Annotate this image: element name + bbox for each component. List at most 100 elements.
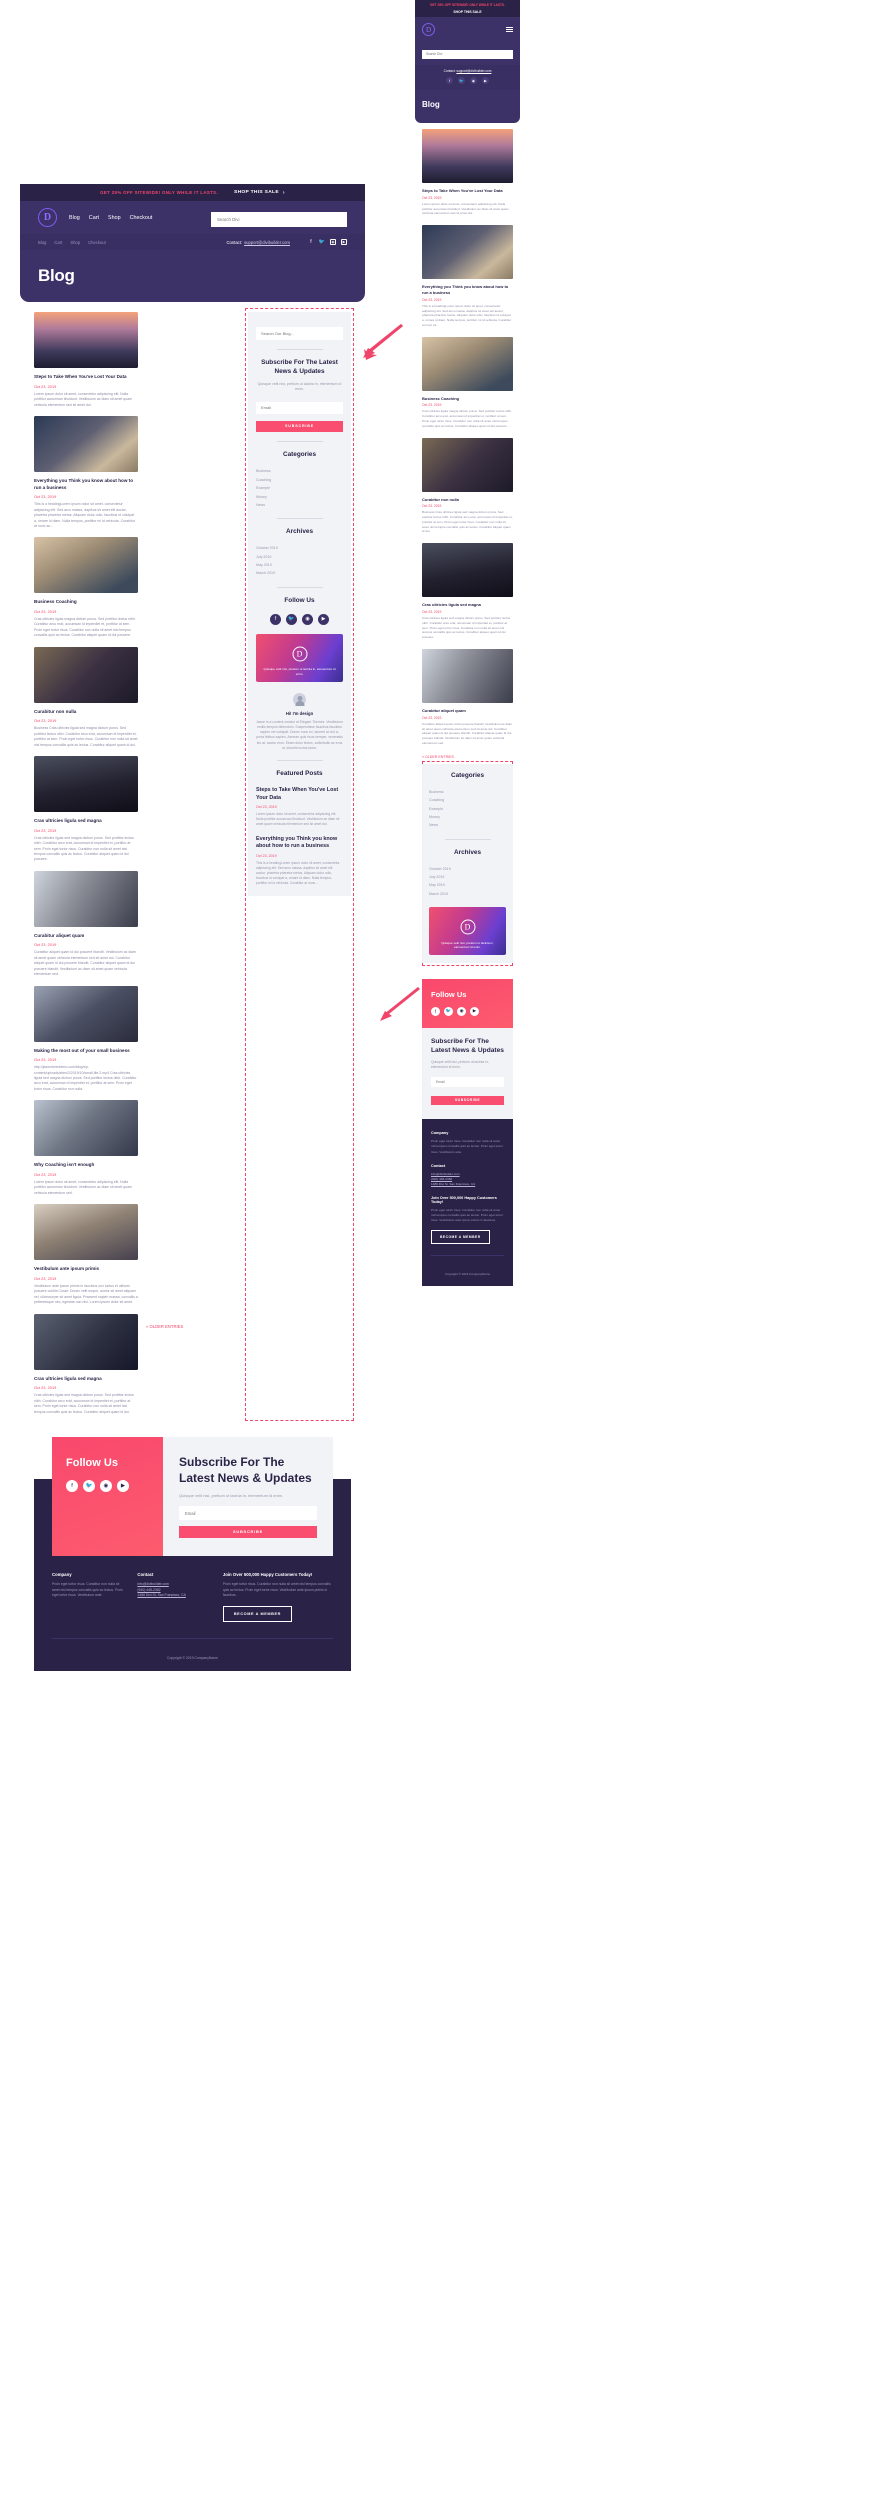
post-thumbnail[interactable]	[34, 1204, 138, 1261]
facebook-icon[interactable]: f	[270, 613, 281, 625]
contact-email-link[interactable]: support@divibuilder.com	[244, 240, 290, 245]
list-item[interactable]: Coaching	[256, 476, 343, 484]
instagram-icon[interactable]: ◉	[302, 613, 313, 625]
sidebar-email-input[interactable]	[256, 401, 343, 414]
list-item[interactable]: May 2019	[256, 561, 343, 569]
facebook-icon[interactable]: f	[66, 1479, 78, 1492]
brand-logo-icon[interactable]: D	[38, 208, 57, 227]
brand-logo-icon[interactable]: D	[422, 23, 435, 36]
post-thumbnail[interactable]	[34, 312, 138, 368]
twitter-icon[interactable]: 🐦	[286, 613, 297, 625]
post-title[interactable]: Cras ultricies ligula sed magna	[34, 1376, 138, 1383]
post-title[interactable]: Cras ultricies ligula sed magna	[34, 818, 138, 825]
post-title[interactable]: Everything you Think you know about how …	[34, 478, 138, 491]
sidebar-promo-card[interactable]: D Quisque velit nisi, pretium ut lacinia…	[256, 633, 343, 682]
nav-item-blog[interactable]: Blog	[69, 215, 80, 221]
list-item[interactable]: July 2019	[429, 873, 506, 881]
older-entries-link[interactable]: « OLDER ENTRIES	[422, 755, 513, 759]
blog-post-card[interactable]: Making the most out of your small busine…	[34, 985, 138, 1093]
instagram-icon[interactable]: ◉	[100, 1479, 112, 1492]
subnav-item-shop[interactable]: Shop	[70, 240, 80, 245]
post-thumbnail[interactable]	[422, 336, 513, 391]
shop-this-sale-link[interactable]: SHOP THIS SALE ›	[234, 190, 285, 196]
post-title[interactable]: Vestibulum ante ipsum primis	[34, 1266, 138, 1273]
youtube-icon[interactable]: ▶	[318, 613, 329, 625]
featured-post-title[interactable]: Everything you Think you know about how …	[256, 836, 343, 851]
list-item[interactable]: October 2019	[429, 864, 506, 872]
list-item[interactable]: News	[429, 821, 506, 829]
list-item[interactable]: March 2019	[429, 890, 506, 898]
become-a-member-button[interactable]: BECOME A MEMBER	[222, 1606, 292, 1623]
sidebar-subscribe-button[interactable]: SUBSCRIBE	[256, 420, 343, 432]
post-thumbnail[interactable]	[34, 985, 138, 1042]
list-item[interactable]: Business	[256, 467, 343, 475]
nav-item-cart[interactable]: Cart	[89, 215, 99, 221]
blog-post-card[interactable]: Everything you Think you know about how …	[422, 225, 513, 328]
subnav-item-checkout[interactable]: Checkout	[88, 240, 106, 245]
twitter-icon[interactable]: 🐦	[444, 1006, 453, 1016]
contact-email-link[interactable]: support@divibuilder.com	[456, 69, 491, 73]
list-item[interactable]: Money	[256, 492, 343, 500]
post-thumbnail[interactable]	[422, 648, 513, 703]
blog-post-card[interactable]: Curabitur non nulla Oct 23, 2019 Busines…	[422, 437, 513, 535]
cta-subscribe-button[interactable]: SUBSCRIBE	[179, 1525, 317, 1538]
blog-post-card[interactable]: Curabitur non nulla Oct 23, 2019 Busines…	[34, 646, 138, 748]
cta-subscribe-button[interactable]: SUBSCRIBE	[431, 1095, 504, 1105]
list-item[interactable]: July 2019	[256, 552, 343, 560]
blog-post-card[interactable]: Steps to Take When You've Lost Your Data…	[34, 312, 138, 408]
post-thumbnail[interactable]	[34, 756, 138, 813]
youtube-icon[interactable]: ▶	[482, 77, 489, 84]
post-thumbnail[interactable]	[34, 537, 138, 594]
list-item[interactable]: Example	[256, 484, 343, 492]
post-title[interactable]: Curabitur non nulla	[34, 709, 138, 716]
nav-item-shop[interactable]: Shop	[108, 215, 121, 221]
footer-address-link[interactable]: 1486 Divi St. San Francisco, CA	[137, 1593, 210, 1598]
list-item[interactable]: Coaching	[429, 796, 506, 804]
post-title[interactable]: Steps to Take When You've Lost Your Data	[34, 374, 138, 381]
post-title[interactable]: Everything you Think you know about how …	[422, 284, 513, 296]
nav-item-checkout[interactable]: Checkout	[130, 215, 153, 221]
post-title[interactable]: Curabitur aliquet quam	[34, 933, 138, 940]
mobile-search-input[interactable]	[422, 49, 513, 59]
blog-post-card[interactable]: Why Coaching isn't enough Oct 23, 2019 L…	[34, 1100, 138, 1196]
post-thumbnail[interactable]	[422, 225, 513, 280]
post-title[interactable]: Why Coaching isn't enough	[34, 1162, 138, 1169]
list-item[interactable]: News	[256, 501, 343, 509]
youtube-icon[interactable]: ▶	[341, 239, 347, 245]
post-title[interactable]: Curabitur non nulla	[422, 497, 513, 503]
blog-post-card[interactable]: Cras ultricies ligula sed magna Oct 23, …	[34, 1313, 138, 1415]
cta-email-input[interactable]	[431, 1077, 504, 1088]
post-title[interactable]: Curabitur aliquet quam	[422, 708, 513, 714]
post-thumbnail[interactable]	[34, 415, 138, 472]
post-title[interactable]: Cras ultricies ligula sed magna	[422, 602, 513, 608]
instagram-icon[interactable]: ◉	[330, 239, 336, 245]
list-item[interactable]: Money	[429, 813, 506, 821]
instagram-icon[interactable]: ◉	[457, 1006, 466, 1016]
instagram-icon[interactable]: ◉	[470, 77, 477, 84]
twitter-icon[interactable]: 🐦	[458, 77, 465, 84]
featured-post-item[interactable]: Everything you Think you know about how …	[256, 836, 343, 887]
list-item[interactable]: Example	[429, 804, 506, 812]
post-thumbnail[interactable]	[34, 1313, 138, 1370]
older-entries-link[interactable]: « OLDER ENTRIES	[146, 1324, 183, 1415]
blog-post-card[interactable]: Business Coaching Oct 23, 2019 Cras ultr…	[422, 336, 513, 429]
blog-post-card[interactable]: Vestibulum ante ipsum primis Oct 23, 201…	[34, 1204, 138, 1305]
shop-this-sale-link[interactable]: SHOP THIS SALE	[415, 10, 520, 14]
blog-post-card[interactable]: Business Coaching Oct 23, 2019 Cras ultr…	[34, 537, 138, 638]
post-thumbnail[interactable]	[34, 870, 138, 927]
blog-post-card[interactable]: Cras ultricies ligula sed magna Oct 23, …	[34, 756, 138, 863]
list-item[interactable]: March 2019	[256, 569, 343, 577]
post-title[interactable]: Steps to Take When You've Lost Your Data	[422, 188, 513, 194]
post-thumbnail[interactable]	[422, 543, 513, 598]
post-thumbnail[interactable]	[422, 129, 513, 183]
sidebar-search-input[interactable]	[256, 327, 343, 340]
blog-post-card[interactable]: Curabitur aliquet quam Oct 23, 2019 Cura…	[34, 870, 138, 978]
hamburger-menu-icon[interactable]	[506, 26, 513, 33]
featured-post-item[interactable]: Steps to Take When You've Lost Your Data…	[256, 787, 343, 827]
post-title[interactable]: Business Coaching	[422, 396, 513, 402]
subnav-item-blog[interactable]: Blog	[38, 240, 46, 245]
post-thumbnail[interactable]	[34, 1100, 138, 1157]
list-item[interactable]: Business	[429, 788, 506, 796]
footer-address-link[interactable]: 1486 Divi St. San Francisco, CA	[431, 1182, 504, 1187]
blog-post-card[interactable]: Curabitur aliquet quam Oct 23, 2019 Cura…	[422, 648, 513, 746]
